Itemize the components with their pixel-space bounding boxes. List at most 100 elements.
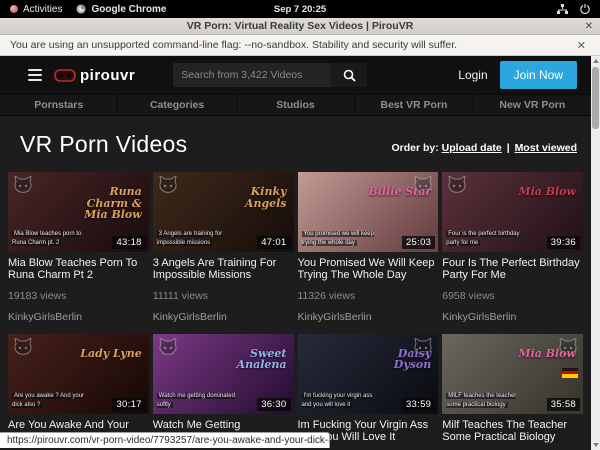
thumbnail-overlay-title: Runa Charm & Mia Blow: [70, 186, 142, 221]
site-header: pirouvr Login Join Now: [0, 56, 591, 94]
join-now-button[interactable]: Join Now: [500, 61, 577, 89]
german-flag-icon: [562, 368, 578, 378]
desktop-clock[interactable]: Sep 7 20:25: [274, 4, 326, 15]
page-viewport: pirouvr Login Join Now Pornstars Categor…: [0, 56, 591, 450]
thumbnail-overlay-title: Daisy Dyson: [359, 348, 431, 371]
activities-button[interactable]: Activities: [10, 4, 62, 15]
duration-badge: 39:36: [547, 236, 580, 249]
thumbnail-overlay-caption: 3 Angels are training for impossible mis…: [157, 230, 239, 248]
scrollbar-down-arrow-icon[interactable]: [591, 440, 600, 450]
site-logo-text: pirouvr: [80, 67, 135, 84]
video-title[interactable]: Four Is The Perfect Birthday Party For M…: [442, 257, 583, 282]
video-thumbnail[interactable]: Daisy Dyson I'm fucking your virgin ass …: [298, 334, 439, 414]
video-thumbnail[interactable]: Kinky Angels 3 Angels are training for i…: [153, 172, 294, 252]
video-thumbnail[interactable]: Runa Charm & Mia Blow Mia Blow teaches p…: [8, 172, 149, 252]
menu-hamburger-icon[interactable]: [28, 69, 42, 81]
thumbnail-overlay-caption: Mia Blow teaches porn to Runa Charm pt. …: [12, 230, 94, 248]
thumbnail-overlay-caption: I'm fucking your virgin ass and you will…: [302, 392, 384, 410]
nav-item-new[interactable]: New VR Porn: [473, 95, 591, 115]
infobar-message: You are using an unsupported command-lin…: [10, 39, 457, 51]
video-card[interactable]: Mia Blow Four is the perfect birthday pa…: [442, 172, 583, 330]
duration-badge: 30:17: [112, 398, 145, 411]
window-title-bar: VR Porn: Virtual Reality Sex Videos | Pi…: [0, 18, 600, 35]
nav-item-pornstars[interactable]: Pornstars: [0, 95, 117, 115]
order-by: Order by: Upload date | Most viewed: [391, 142, 577, 158]
order-by-most-viewed-link[interactable]: Most viewed: [515, 142, 577, 154]
window-title: VR Porn: Virtual Reality Sex Videos | Pi…: [187, 20, 414, 32]
thumbnail-overlay-title: Billie Star: [368, 186, 431, 198]
video-thumbnail[interactable]: Billie Star You promised we will keep tr…: [298, 172, 439, 252]
duration-badge: 35:58: [547, 398, 580, 411]
power-icon[interactable]: [580, 4, 590, 14]
studio-watermark-cat-icon: [13, 338, 33, 356]
video-card[interactable]: Billie Star You promised we will keep tr…: [298, 172, 439, 330]
page-title: VR Porn Videos: [20, 131, 187, 158]
main-nav: Pornstars Categories Studios Best VR Por…: [0, 94, 591, 116]
login-button[interactable]: Login: [458, 68, 487, 82]
nav-item-best[interactable]: Best VR Porn: [354, 95, 472, 115]
thumbnail-overlay-title: Lady Lyne: [80, 348, 142, 360]
order-by-separator: |: [505, 142, 512, 154]
studio-watermark-cat-icon: [13, 176, 33, 194]
search-button[interactable]: [331, 63, 367, 87]
order-by-upload-date-link[interactable]: Upload date: [442, 142, 502, 154]
heading-row: VR Porn Videos Order by: Upload date | M…: [0, 116, 591, 172]
studio-watermark-cat-icon: [158, 176, 178, 194]
studio-watermark-cat-icon: [158, 338, 178, 356]
video-thumbnail[interactable]: Mia Blow Four is the perfect birthday pa…: [442, 172, 583, 252]
chrome-infobar: You are using an unsupported command-lin…: [0, 35, 600, 56]
video-thumbnail[interactable]: Lady Lyne Are you awake ? And your dick …: [8, 334, 149, 414]
nav-item-studios[interactable]: Studios: [236, 95, 354, 115]
video-studio-link[interactable]: KinkyGirlsBerlin: [298, 311, 439, 330]
status-url-bubble: https://pirouvr.com/vr-porn-video/779325…: [0, 432, 330, 448]
video-title[interactable]: 3 Angels Are Training For Impossible Mis…: [153, 257, 294, 282]
network-icon[interactable]: [557, 4, 568, 14]
video-views: 6958 views: [442, 290, 583, 302]
duration-badge: 36:30: [257, 398, 290, 411]
video-card[interactable]: Kinky Angels 3 Angels are training for i…: [153, 172, 294, 330]
activities-label: Activities: [23, 4, 62, 15]
thumbnail-overlay-title: Mia Blow: [518, 348, 576, 360]
browser-scrollbar[interactable]: [591, 56, 600, 450]
thumbnail-overlay-caption: Watch me getting dominated softly: [157, 392, 239, 410]
thumbnail-overlay-caption: Four is the perfect birthday party for m…: [446, 230, 528, 248]
scrollbar-up-arrow-icon[interactable]: [591, 56, 600, 66]
recording-dot-icon: [10, 5, 18, 13]
video-card[interactable]: Runa Charm & Mia Blow Mia Blow teaches p…: [8, 172, 149, 330]
thumbnail-overlay-caption: Are you awake ? And your dick also ?: [12, 392, 94, 410]
desktop-top-bar: Activities Google Chrome Sep 7 20:25: [0, 0, 600, 18]
studio-watermark-cat-icon: [447, 176, 467, 194]
video-thumbnail[interactable]: Mia Blow MILF teaches the teacher some p…: [442, 334, 583, 414]
video-grid: Runa Charm & Mia Blow Mia Blow teaches p…: [0, 172, 591, 450]
active-app-menu[interactable]: Google Chrome: [76, 4, 166, 15]
video-title[interactable]: You Promised We Will Keep Trying The Who…: [298, 257, 439, 282]
duration-badge: 43:18: [112, 236, 145, 249]
search-input[interactable]: [173, 63, 331, 87]
video-views: 11111 views: [153, 290, 294, 302]
video-title[interactable]: Mia Blow Teaches Porn To Runa Charm Pt 2: [8, 257, 149, 282]
video-studio-link[interactable]: KinkyGirlsBerlin: [442, 311, 583, 330]
video-thumbnail[interactable]: Sweet Analena Watch me getting dominated…: [153, 334, 294, 414]
site-logo[interactable]: pirouvr: [54, 67, 135, 84]
vr-goggles-icon: [54, 69, 76, 82]
duration-badge: 33:59: [402, 398, 435, 411]
duration-badge: 47:01: [257, 236, 290, 249]
nav-item-categories[interactable]: Categories: [117, 95, 235, 115]
search-icon: [343, 69, 356, 82]
search-bar: [173, 63, 367, 87]
chrome-icon: [76, 4, 86, 14]
infobar-close-icon[interactable]: ✕: [577, 39, 590, 52]
video-studio-link[interactable]: KinkyGirlsBerlin: [153, 311, 294, 330]
video-title[interactable]: Milf Teaches The Teacher Some Practical …: [442, 419, 583, 444]
active-app-label: Google Chrome: [91, 4, 166, 15]
video-card[interactable]: Mia Blow MILF teaches the teacher some p…: [442, 334, 583, 450]
duration-badge: 25:03: [402, 236, 435, 249]
thumbnail-overlay-title: Sweet Analena: [215, 348, 287, 371]
scrollbar-thumb[interactable]: [592, 67, 599, 129]
video-views: 11326 views: [298, 290, 439, 302]
window-close-icon[interactable]: ✕: [585, 21, 593, 32]
order-by-label: Order by:: [391, 142, 438, 154]
thumbnail-overlay-title: Mia Blow: [518, 186, 576, 198]
video-studio-link[interactable]: KinkyGirlsBerlin: [8, 311, 149, 330]
thumbnail-overlay-title: Kinky Angels: [215, 186, 287, 209]
